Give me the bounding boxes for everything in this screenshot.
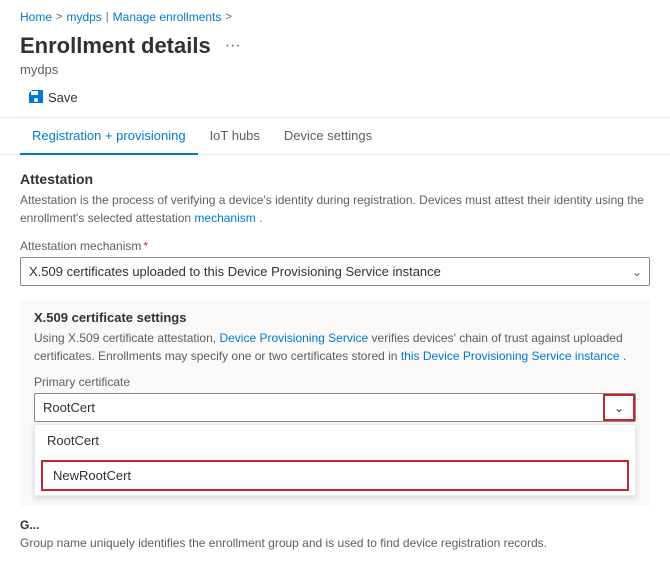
tabs: Registration + provisioning IoT hubs Dev… — [0, 120, 670, 155]
save-label: Save — [48, 90, 78, 105]
attestation-desc-text: Attestation is the process of verifying … — [20, 193, 644, 225]
main-content: Attestation Attestation is the process o… — [0, 155, 670, 568]
attestation-section-title: Attestation — [20, 171, 650, 187]
primary-cert-value: RootCert — [35, 394, 603, 421]
page-title: Enrollment details — [20, 33, 211, 59]
save-button[interactable]: Save — [20, 85, 86, 109]
primary-cert-label: Primary certificate — [34, 375, 636, 389]
primary-cert-select-row: RootCert ⌄ — [34, 393, 636, 422]
attestation-section-desc: Attestation is the process of verifying … — [20, 191, 650, 227]
cert-settings-title: X.509 certificate settings — [34, 310, 636, 325]
breadcrumb-manage-enrollments[interactable]: Manage enrollments — [113, 10, 222, 24]
group-name-label-short: G... — [20, 518, 39, 532]
breadcrumb-sep-2: | — [106, 11, 109, 23]
attestation-mechanism-select[interactable]: X.509 certificates uploaded to this Devi… — [20, 257, 650, 286]
breadcrumb-sep-3: > — [225, 11, 231, 23]
cert-dps-link[interactable]: Device Provisioning Service — [219, 331, 368, 345]
cert-desc-part1: Using X.509 certificate attestation, — [34, 331, 216, 345]
group-name-description: Group name uniquely identifies the enrol… — [20, 536, 547, 550]
cert-instance-link[interactable]: this Device Provisioning Service instanc… — [401, 349, 620, 363]
cert-settings-box: X.509 certificate settings Using X.509 c… — [20, 300, 650, 506]
attestation-mechanism-link[interactable]: mechanism — [194, 211, 255, 225]
mechanism-label-text: Attestation mechanism — [20, 239, 141, 253]
dropdown-option-newrootcert[interactable]: NewRootCert — [41, 460, 629, 491]
attestation-mechanism-label: Attestation mechanism* — [20, 239, 650, 253]
page-subtitle: mydps — [20, 62, 650, 77]
save-icon — [28, 89, 44, 105]
toolbar: Save — [0, 77, 670, 118]
breadcrumb-home[interactable]: Home — [20, 10, 52, 24]
tab-iot-hubs[interactable]: IoT hubs — [198, 120, 272, 155]
breadcrumb-mydps[interactable]: mydps — [66, 10, 101, 24]
cert-settings-desc: Using X.509 certificate attestation, Dev… — [34, 329, 636, 365]
cert-desc-end: . — [623, 349, 626, 363]
attestation-desc-end: . — [259, 211, 262, 225]
primary-cert-chevron-button[interactable]: ⌄ — [603, 394, 635, 421]
breadcrumb: Home > mydps | Manage enrollments > — [0, 0, 670, 28]
page-header: Enrollment details ··· mydps — [0, 28, 670, 77]
dropdown-option-rootcert[interactable]: RootCert — [35, 425, 635, 456]
ellipsis-menu-button[interactable]: ··· — [219, 32, 247, 60]
attestation-mechanism-wrapper: X.509 certificates uploaded to this Devi… — [20, 257, 650, 286]
group-name-desc: G... Group name uniquely identifies the … — [20, 516, 650, 552]
tab-registration[interactable]: Registration + provisioning — [20, 120, 198, 155]
tab-device-settings[interactable]: Device settings — [272, 120, 384, 155]
cert-dropdown-popup: RootCert NewRootCert — [34, 424, 636, 496]
breadcrumb-sep-1: > — [56, 11, 62, 23]
primary-cert-label-text: Primary certificate — [34, 375, 130, 389]
required-indicator: * — [143, 239, 148, 253]
